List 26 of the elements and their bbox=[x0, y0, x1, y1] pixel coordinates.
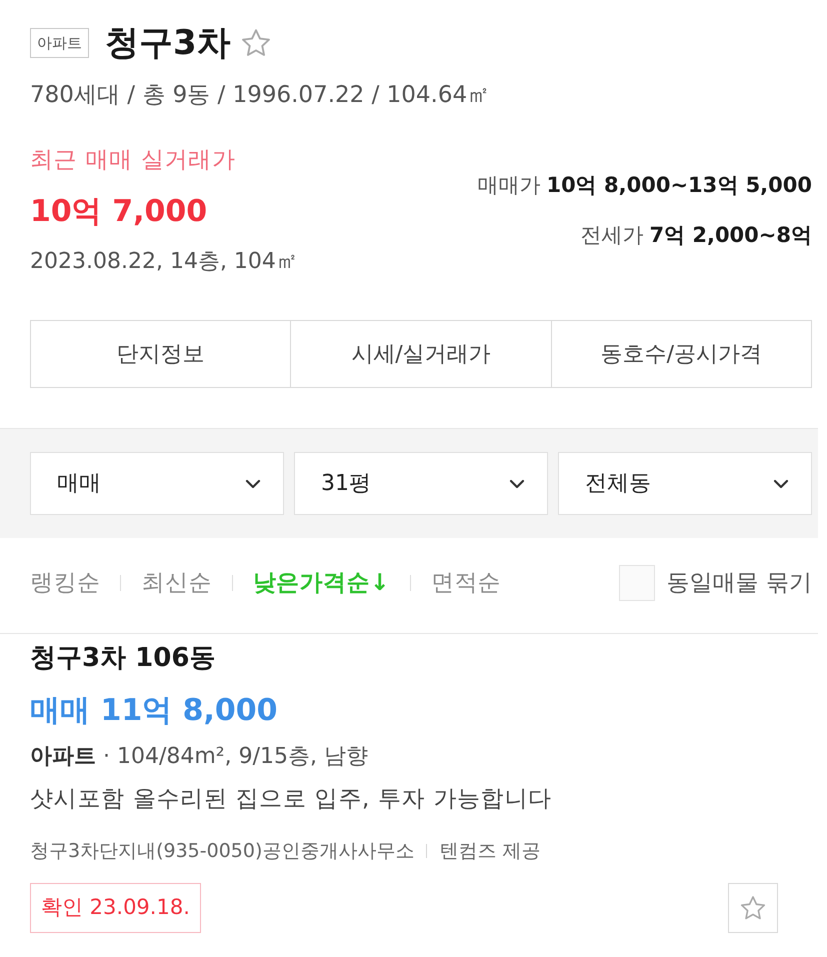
data-provider: 텐컴즈 제공 bbox=[439, 839, 540, 863]
filter-dropdown[interactable]: 전체동 bbox=[558, 452, 812, 515]
recent-trade-price: 10억 7,000 bbox=[30, 193, 208, 231]
listing-description: 샷시포함 올수리된 집으로 입주, 투자 가능합니다 bbox=[30, 785, 553, 814]
filter-dropdown[interactable]: 31평 bbox=[294, 452, 548, 515]
property-type-badge: 아파트 bbox=[30, 28, 89, 58]
complex-summary: 780세대 / 총 9동 / 1996.07.22 / 104.64㎡ bbox=[30, 81, 492, 109]
group-same-listings-label: 동일매물 묶기 bbox=[666, 569, 812, 598]
recent-trade-detail: 2023.08.22, 14층, 104㎡ bbox=[30, 248, 298, 276]
filter-dropdown[interactable]: 매매 bbox=[30, 452, 284, 515]
agent-name: 청구3차단지내(935-0050)공인중개사사무소 bbox=[30, 839, 414, 863]
price-range-label: 매매가 bbox=[477, 172, 540, 199]
info-tab[interactable]: 단지정보 bbox=[30, 320, 292, 388]
listing-price: 매매 11억 8,000 bbox=[30, 692, 279, 730]
price-range-value: 10억 8,000~13억 5,000 bbox=[546, 172, 812, 199]
listing-title: 청구3차 106동 bbox=[30, 642, 216, 674]
price-range-label: 전세가 bbox=[580, 222, 644, 249]
price-range-value: 7억 2,000~8억 bbox=[649, 222, 812, 249]
info-tab[interactable]: 동호수/공시가격 bbox=[552, 320, 812, 388]
listing-specs: 아파트 · 104/84m², 9/15층, 남향 bbox=[30, 743, 370, 771]
complex-name: 청구3차 bbox=[105, 22, 231, 65]
verified-date-badge: 확인 23.09.18. bbox=[30, 883, 201, 933]
checkbox[interactable] bbox=[618, 565, 655, 601]
favorite-button[interactable] bbox=[728, 883, 778, 933]
info-tab[interactable]: 시세/실거래가 bbox=[291, 320, 552, 388]
recent-trade-label: 최근 매매 실거래가 bbox=[30, 146, 237, 175]
